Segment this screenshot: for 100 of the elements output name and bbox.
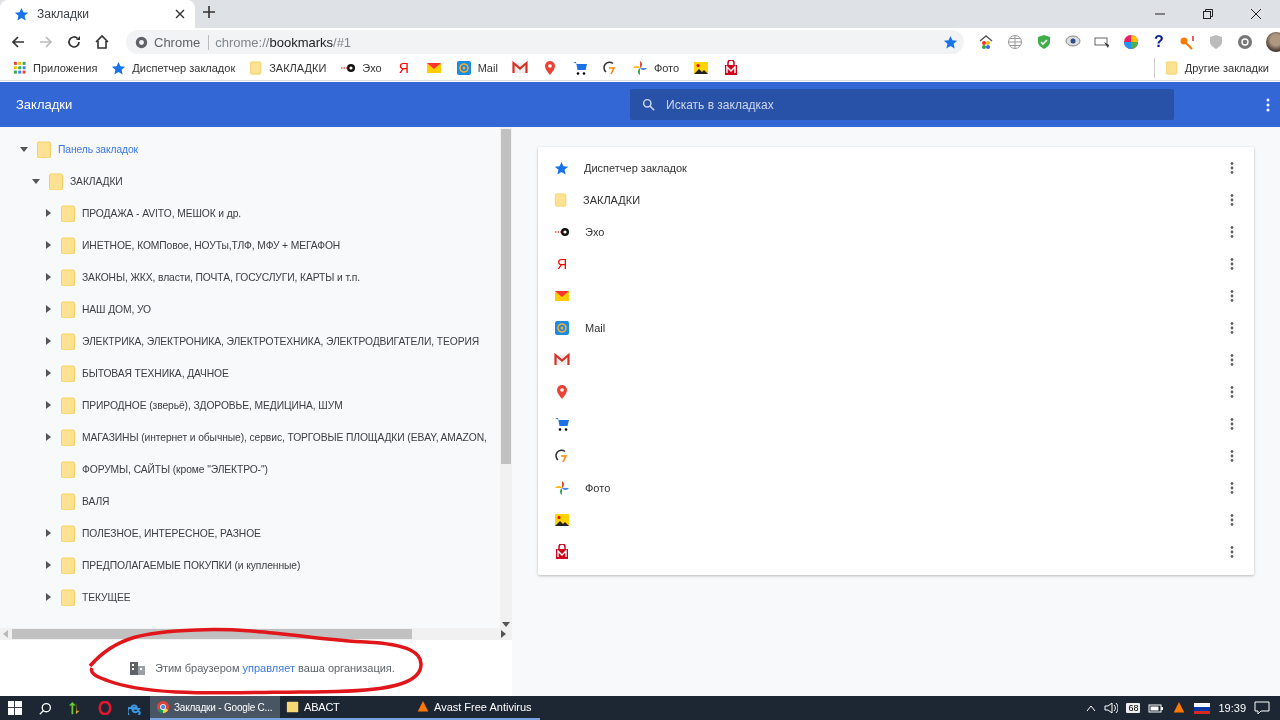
taskbar-window[interactable]: Avast Free Antivirus (410, 696, 540, 720)
caret-right-icon (44, 561, 52, 569)
caret-right-icon (44, 209, 52, 217)
folder-icon (60, 428, 76, 446)
bookmark-star-icon (943, 34, 958, 50)
folder-icon (60, 524, 76, 542)
tree-item[interactable]: ТЕКУЩЕЕ (42, 581, 500, 613)
globe-icon (1007, 34, 1023, 50)
tree-item[interactable]: ПОЛЕЗНОЕ, ИНТЕРЕСНОЕ, РАЗНОЕ (42, 517, 500, 549)
gmail-envelope-icon (554, 352, 570, 368)
at-sign-icon (455, 60, 472, 76)
url-text: chrome://bookmarks/#1 (215, 34, 353, 50)
bookmark-row[interactable]: Фото (538, 472, 1254, 504)
other-bookmarks[interactable]: Другие закладки (1153, 58, 1274, 78)
bookmark-row[interactable]: Эхо (538, 216, 1254, 248)
help-glyph[interactable]: ? (1152, 33, 1166, 51)
caret-right-icon (44, 369, 52, 377)
tree-item[interactable]: Панель закладок (18, 133, 500, 165)
new-tab-icon (203, 6, 215, 18)
envelope-icon (425, 60, 442, 76)
tree-item[interactable]: ФОРУМЫ, САЙТЫ (кроме "ЭЛЕКТРО-") (42, 453, 500, 485)
bookmark-item[interactable]: Эхо (335, 58, 387, 78)
bookmark-item[interactable]: Диспетчер закладок (106, 58, 241, 78)
bookmark-row[interactable]: Диспетчер закладок (538, 152, 1254, 184)
folder-icon (60, 492, 76, 510)
shopping-bag-icon (554, 544, 570, 560)
arrows-icon (68, 701, 82, 715)
tree-item[interactable]: НАШ ДОМ, УО (42, 293, 500, 325)
tree-item[interactable]: ЭЛЕКТРИКА, ЭЛЕКТРОНИКА, ЭЛЕКТРОТЕХНИКА, ЭЛЕКТРОДВИГАТЕЛИ, ТЕОРИЯ (42, 325, 500, 357)
apps-grid-icon (13, 61, 27, 75)
star-icon (14, 6, 29, 22)
avatar[interactable] (1266, 32, 1280, 52)
image-icon (554, 512, 570, 528)
tree-item[interactable]: ЗАКОНЫ, ЖКХ, власти, ПОЧТА, ГОСУСЛУГИ, КАРТЫ и т.п. (42, 261, 500, 293)
yandex-logo: Я (397, 60, 410, 76)
vertical-scrollbar[interactable] (500, 127, 512, 628)
search-icon (38, 701, 52, 715)
tray-chevron-icon (1086, 704, 1097, 712)
clock[interactable]: 19:39 (1218, 702, 1246, 714)
caret-right-icon (44, 401, 52, 409)
shopping-bag-icon (723, 60, 740, 76)
speaker-icon (1104, 702, 1119, 714)
caret-right-icon (44, 241, 52, 249)
key-icon (1179, 34, 1195, 50)
bookmark-row[interactable]: Я (538, 248, 1254, 280)
tree-item[interactable]: ПРИРОДНОЕ (зверьё), ЗДОРОВЬЕ, МЕДИЦИНА, ШУМ (42, 389, 500, 421)
taskbar-window[interactable]: АВАСТ (280, 696, 410, 720)
scroll-right-icon (500, 630, 506, 638)
tree-item[interactable]: МАГАЗИНЫ (интернет и обычные), сервис, ТОРГОВЫЕ ПЛОЩАДКИ (EBAY, AMAZON, (42, 421, 500, 453)
folder-icon (60, 332, 76, 350)
caret-right-icon (44, 433, 52, 441)
bookmark-item[interactable]: Mail (450, 58, 503, 78)
taskbar-window[interactable]: Закладки - Google C... (150, 696, 280, 720)
managed-link[interactable]: управляет (242, 662, 295, 674)
folder-icon (60, 300, 76, 318)
scroll-left-icon (3, 630, 9, 638)
info-icon (135, 35, 148, 49)
tree-item[interactable]: ЗАКЛАДКИ (30, 165, 500, 197)
bookmark-item[interactable]: Приложения (8, 59, 103, 77)
tree-item[interactable]: БЫТОВАЯ ТЕХНИКА, ДАЧНОЕ (42, 357, 500, 389)
folder-icon (60, 268, 76, 286)
pinwheel-icon (631, 60, 648, 76)
battery-icon (1148, 703, 1165, 713)
folder-icon (249, 60, 264, 76)
yandex-logo: Я (555, 256, 569, 272)
tree-item[interactable]: ПРЕДПОЛАГАЕМЫЕ ПОКУПКИ (и купленные) (42, 549, 500, 581)
caret-right-icon (44, 273, 52, 281)
caret-right-icon (44, 529, 52, 537)
close-icon (175, 9, 185, 19)
bookmark-item[interactable]: Я (390, 58, 417, 78)
bookmark-item[interactable]: Фото (626, 58, 685, 78)
tree-item[interactable]: ПРОДАЖА - AVITO, МЕШОК и др. (42, 197, 500, 229)
tree-item[interactable]: ИНЕТНОЕ, КОМПовое, НОУТы,ТЛФ, МФУ + МЕГАФОН (42, 229, 500, 261)
swirl-icon (554, 448, 570, 464)
bookmark-row[interactable]: Mail (538, 312, 1254, 344)
address-bar[interactable]: Chrome chrome://bookmarks/#1 (126, 30, 964, 54)
browser-tab[interactable]: Закладки (0, 0, 195, 28)
bookmark-row[interactable]: ЗАКЛАДКИ (538, 184, 1254, 216)
caret-right-icon (44, 337, 52, 345)
reload-icon (66, 34, 82, 50)
site-label: Chrome (154, 34, 210, 50)
caret-right-icon (44, 593, 52, 601)
folder-icon (48, 172, 64, 190)
envelope-icon (554, 288, 570, 304)
swirl-icon (601, 60, 618, 76)
avast-icon (1172, 701, 1187, 715)
folder-icon (36, 140, 52, 158)
house-icon (978, 34, 994, 50)
gmail-envelope-icon (511, 60, 528, 76)
caret-down-icon (20, 145, 28, 153)
tree-item[interactable]: ВАЛЯ (42, 485, 500, 517)
bookmark-item[interactable]: ЗАКЛАДКИ (244, 58, 332, 78)
search-field[interactable]: Искать в закладках (630, 89, 1174, 120)
pinwheel-icon (554, 480, 570, 496)
folder-icon (554, 192, 568, 208)
folder-icon (60, 364, 76, 382)
folder-icon (1164, 60, 1179, 76)
chrome-icon (156, 700, 170, 714)
caret-down-icon (32, 177, 40, 185)
tray-badge[interactable]: 68 (1126, 703, 1141, 713)
